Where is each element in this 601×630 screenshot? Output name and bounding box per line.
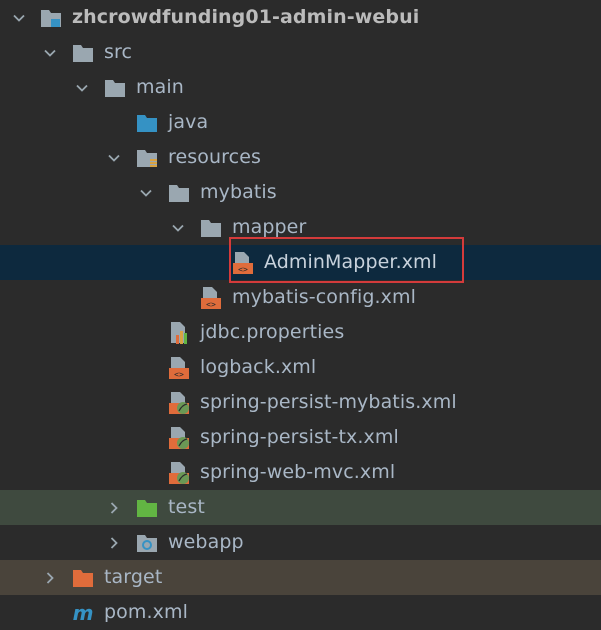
xml-file-icon: <>	[198, 280, 224, 315]
folder-label: resources	[168, 146, 261, 168]
spring-xml-file-icon	[166, 455, 192, 490]
tree-row-src[interactable]: src	[0, 35, 601, 70]
chevron-right-icon[interactable]	[40, 560, 60, 595]
source-folder-icon	[134, 105, 160, 140]
resources-folder-icon	[134, 140, 160, 175]
tree-row-webapp[interactable]: webapp	[0, 525, 601, 560]
chevron-down-icon[interactable]	[40, 35, 60, 70]
tree-row-mybatis-config[interactable]: <> mybatis-config.xml	[0, 280, 601, 315]
tree-row-root-module[interactable]: zhcrowdfunding01-admin-webui	[0, 0, 601, 35]
chevron-down-icon[interactable]	[9, 0, 29, 35]
chevron-down-icon[interactable]	[136, 175, 156, 210]
folder-icon	[166, 175, 192, 210]
spring-xml-file-icon	[166, 420, 192, 455]
chevron-down-icon[interactable]	[168, 210, 188, 245]
file-label: spring-persist-mybatis.xml	[200, 391, 457, 413]
tree-row-jdbc-properties[interactable]: jdbc.properties	[0, 315, 601, 350]
folder-label: mybatis	[200, 181, 277, 203]
web-folder-icon	[134, 525, 160, 560]
tree-row-java[interactable]: java	[0, 105, 601, 140]
module-folder-icon	[38, 0, 64, 35]
tree-row-logback[interactable]: <> logback.xml	[0, 350, 601, 385]
tree-row-main[interactable]: main	[0, 70, 601, 105]
folder-label: java	[168, 111, 209, 133]
chevron-right-icon[interactable]	[104, 525, 124, 560]
folder-icon	[102, 70, 128, 105]
svg-text:m: m	[73, 601, 94, 625]
properties-file-icon	[166, 315, 192, 350]
tree-row-spring-web-mvc[interactable]: spring-web-mvc.xml	[0, 455, 601, 490]
tree-row-spring-persist-tx[interactable]: spring-persist-tx.xml	[0, 420, 601, 455]
tree-row-pom[interactable]: m pom.xml	[0, 595, 601, 630]
tree-row-test[interactable]: test	[0, 490, 601, 525]
tree-row-mybatis[interactable]: mybatis	[0, 175, 601, 210]
folder-label: main	[136, 76, 184, 98]
folder-icon	[70, 35, 96, 70]
module-name-label: zhcrowdfunding01-admin-webui	[72, 6, 420, 28]
tree-row-target[interactable]: target	[0, 560, 601, 595]
target-folder-icon	[70, 560, 96, 595]
chevron-down-icon[interactable]	[104, 140, 124, 175]
svg-text:<>: <>	[206, 300, 216, 309]
file-label: spring-web-mvc.xml	[200, 461, 396, 483]
maven-icon: m	[70, 595, 96, 630]
tree-row-spring-persist-mybatis[interactable]: spring-persist-mybatis.xml	[0, 385, 601, 420]
test-folder-icon	[134, 490, 160, 525]
folder-label: test	[168, 496, 205, 518]
file-label: pom.xml	[104, 601, 188, 623]
file-label: spring-persist-tx.xml	[200, 426, 399, 448]
svg-text:<>: <>	[174, 370, 184, 379]
project-tree: zhcrowdfunding01-admin-webui src main ja…	[0, 0, 601, 630]
folder-icon	[198, 210, 224, 245]
xml-file-icon: <>	[166, 350, 192, 385]
spring-xml-file-icon	[166, 385, 192, 420]
folder-label: src	[104, 41, 133, 63]
chevron-right-icon[interactable]	[104, 490, 124, 525]
file-label: mybatis-config.xml	[232, 286, 416, 308]
highlight-annotation-box	[229, 237, 464, 283]
folder-label: webapp	[168, 531, 244, 553]
tree-row-resources[interactable]: resources	[0, 140, 601, 175]
file-label: logback.xml	[200, 356, 317, 378]
folder-label: target	[104, 566, 163, 588]
chevron-down-icon[interactable]	[72, 70, 92, 105]
file-label: jdbc.properties	[200, 321, 345, 343]
